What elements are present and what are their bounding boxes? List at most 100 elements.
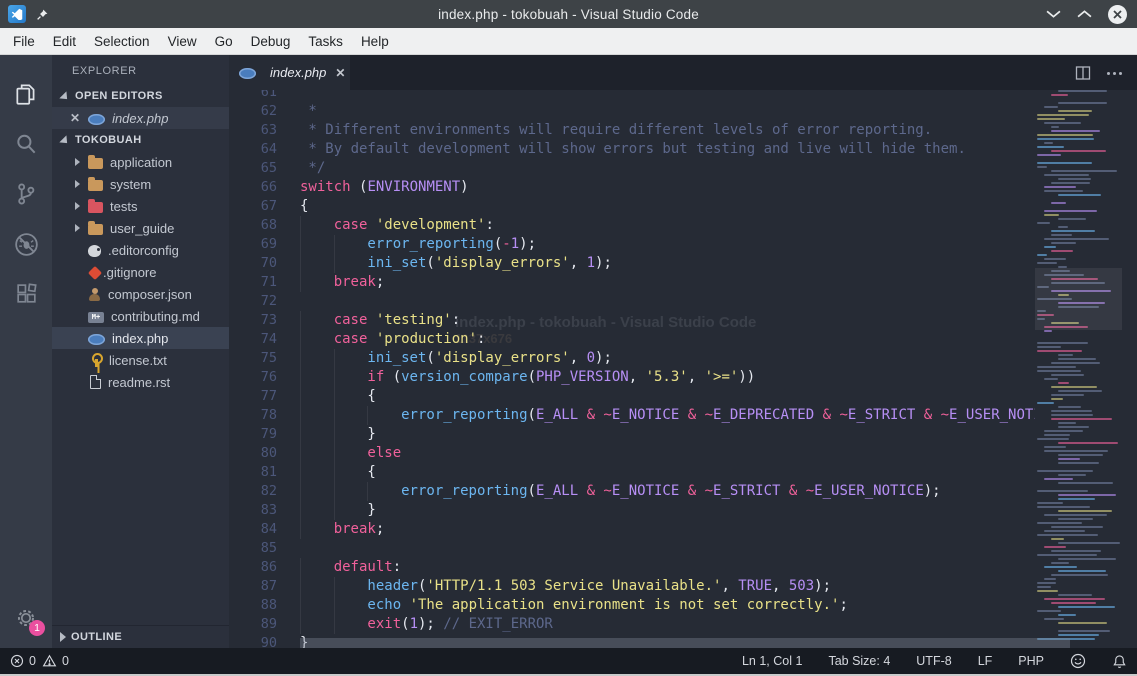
line-number: 90 xyxy=(229,634,277,648)
maximize-button[interactable] xyxy=(1077,9,1092,19)
tree-item-composer-json[interactable]: composer.json xyxy=(52,283,229,305)
vscode-logo-icon xyxy=(8,5,26,23)
open-editors-header[interactable]: OPEN EDITORS xyxy=(52,85,229,107)
tree-item--gitignore[interactable]: .gitignore xyxy=(52,261,229,283)
token: // EXIT_ERROR xyxy=(435,616,553,632)
settings-gear-icon[interactable]: 1 xyxy=(0,598,52,638)
minimap-slider[interactable] xyxy=(1035,268,1122,330)
status-bar: 0 0 Ln 1, Col 1 Tab Size: 4 UTF-8 LF PHP xyxy=(0,648,1137,674)
token: error_reporting xyxy=(401,483,527,499)
folder-icon xyxy=(88,180,103,191)
pin-icon[interactable] xyxy=(36,8,49,21)
project-folder-header[interactable]: TOKOBUAH xyxy=(52,129,229,151)
tree-item-application[interactable]: application xyxy=(52,151,229,173)
tab-size-indicator[interactable]: Tab Size: 4 xyxy=(828,654,890,668)
menu-view[interactable]: View xyxy=(159,31,206,52)
menu-tasks[interactable]: Tasks xyxy=(299,31,352,52)
tree-item-user-guide[interactable]: user_guide xyxy=(52,217,229,239)
menu-go[interactable]: Go xyxy=(206,31,242,52)
tree-item-tests[interactable]: tests xyxy=(52,195,229,217)
eol-indicator[interactable]: LF xyxy=(978,654,993,668)
menu-help[interactable]: Help xyxy=(352,31,398,52)
more-actions-icon[interactable] xyxy=(1107,71,1125,75)
errors-indicator[interactable]: 0 xyxy=(10,654,36,668)
token: 1 xyxy=(410,616,418,632)
debug-disabled-icon[interactable] xyxy=(0,219,52,269)
token: E_DEPRECATED xyxy=(713,407,814,423)
code-line-74: 74case 'production': xyxy=(229,330,1035,349)
chevron-right-icon[interactable] xyxy=(75,158,88,166)
code-line-67: 67{ xyxy=(229,197,1035,216)
menu-debug[interactable]: Debug xyxy=(242,31,300,52)
close-button[interactable] xyxy=(1108,5,1127,24)
explorer-icon[interactable] xyxy=(0,69,52,119)
cursor-position[interactable]: Ln 1, Col 1 xyxy=(742,654,802,668)
indent-guide xyxy=(300,596,334,615)
outline-header[interactable]: OUTLINE xyxy=(52,626,229,648)
file-name: .gitignore xyxy=(103,265,156,280)
chevron-collapsed-icon xyxy=(60,632,66,642)
indent-guide xyxy=(334,254,368,273)
token: error_reporting xyxy=(401,407,527,423)
code-line-84: 84break; xyxy=(229,520,1035,539)
extensions-icon[interactable] xyxy=(0,269,52,319)
code-line-89: 89exit(1); // EXIT_ERROR xyxy=(229,615,1035,634)
tree-item-readme-rst[interactable]: readme.rst xyxy=(52,371,229,393)
token: 'display_errors' xyxy=(435,255,570,271)
notifications-bell-icon[interactable] xyxy=(1112,654,1127,669)
code-editor[interactable]: 6162 *63 * Different environments will r… xyxy=(229,90,1137,648)
token: ( xyxy=(401,616,409,632)
token: 'development' xyxy=(376,217,486,233)
indent-guide xyxy=(334,368,368,387)
token: E_ALL xyxy=(536,407,578,423)
tree-item--editorconfig[interactable]: .editorconfig xyxy=(52,239,229,261)
token: ); xyxy=(519,236,536,252)
token: exit xyxy=(367,616,401,632)
search-icon[interactable] xyxy=(0,119,52,169)
horizontal-scrollbar[interactable] xyxy=(300,638,1070,648)
indent-guide xyxy=(334,406,368,425)
menu-file[interactable]: File xyxy=(4,31,44,52)
open-editor-item-index-php[interactable]: ✕ index.php xyxy=(52,107,229,129)
line-number: 80 xyxy=(229,444,277,463)
tab-index-php[interactable]: index.php ✕ xyxy=(229,55,350,90)
code-line-71: 71break; xyxy=(229,273,1035,292)
minimap[interactable] xyxy=(1035,90,1122,648)
chevron-right-icon[interactable] xyxy=(75,202,88,210)
menu-selection[interactable]: Selection xyxy=(85,31,159,52)
code-line-61: 61 xyxy=(229,90,1035,102)
tree-item-system[interactable]: system xyxy=(52,173,229,195)
token: 'testing' xyxy=(376,312,452,328)
source-control-icon[interactable] xyxy=(0,169,52,219)
token: ini_set xyxy=(367,255,426,271)
close-editor-icon[interactable]: ✕ xyxy=(70,111,80,125)
menu-edit[interactable]: Edit xyxy=(44,31,85,52)
token: , xyxy=(772,578,789,594)
indent-guide xyxy=(300,368,334,387)
php-icon xyxy=(88,334,105,345)
close-tab-icon[interactable]: ✕ xyxy=(335,66,345,80)
chevron-right-icon[interactable] xyxy=(75,180,88,188)
language-indicator[interactable]: PHP xyxy=(1018,654,1044,668)
token: if xyxy=(367,369,384,385)
token: , xyxy=(570,255,587,271)
code-line-62: 62 * xyxy=(229,102,1035,121)
indent-guide xyxy=(334,387,368,406)
encoding-indicator[interactable]: UTF-8 xyxy=(916,654,951,668)
code-lines: 6162 *63 * Different environments will r… xyxy=(229,90,1035,648)
line-number: 84 xyxy=(229,520,277,539)
minimize-button[interactable] xyxy=(1046,9,1061,19)
token: TRUE xyxy=(738,578,772,594)
code-line-63: 63 * Different environments will require… xyxy=(229,121,1035,140)
tree-item-index-php[interactable]: index.php xyxy=(52,327,229,349)
tree-item-license-txt[interactable]: license.txt xyxy=(52,349,229,371)
warnings-indicator[interactable]: 0 xyxy=(42,654,69,668)
indent-guide xyxy=(300,444,334,463)
feedback-smiley-icon[interactable] xyxy=(1070,653,1086,669)
split-editor-icon[interactable] xyxy=(1075,65,1091,81)
chevron-right-icon[interactable] xyxy=(75,224,88,232)
tree-item-contributing-md[interactable]: contributing.md xyxy=(52,305,229,327)
code-line-70: 70ini_set('display_errors', 1); xyxy=(229,254,1035,273)
indent-guide xyxy=(300,216,334,235)
file-name: system xyxy=(110,177,151,192)
